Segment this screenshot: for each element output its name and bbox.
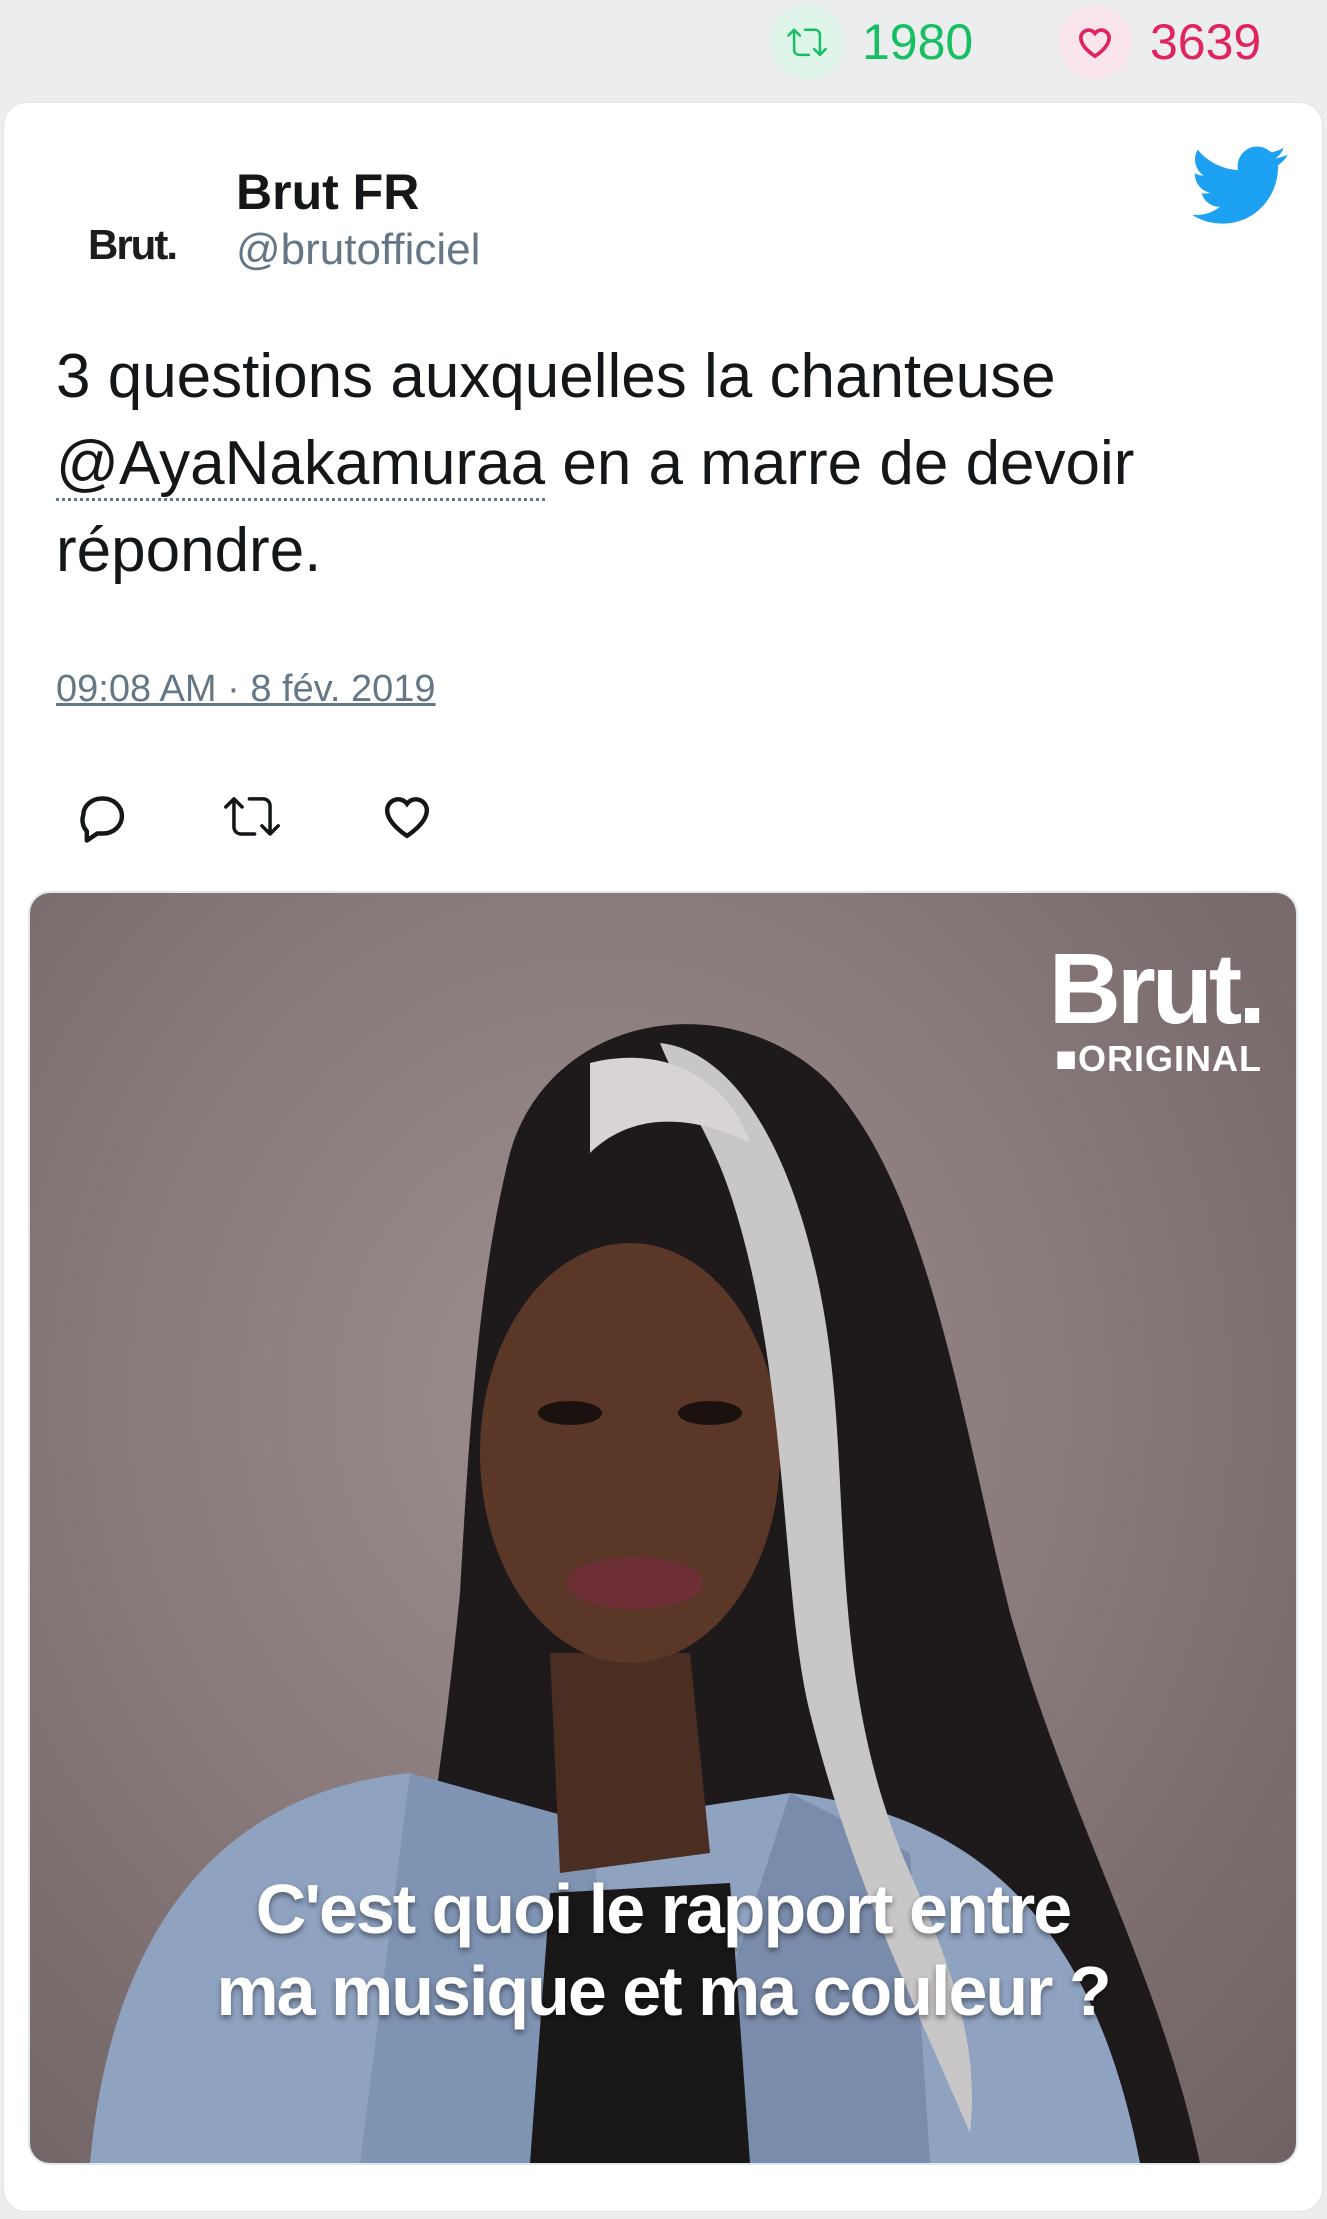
tweet-card: Brut. Brut FR @brutofficiel 3 questions … bbox=[4, 103, 1322, 2211]
like-stat-icon bbox=[1058, 5, 1132, 79]
retweet-stat-icon bbox=[770, 5, 844, 79]
like-icon[interactable] bbox=[379, 788, 435, 844]
brut-original-watermark: Brut. ■ORIGINAL bbox=[1048, 933, 1266, 1079]
twitter-bird-icon[interactable] bbox=[1192, 145, 1288, 227]
like-stat[interactable]: 3639 bbox=[1058, 5, 1262, 79]
avatar[interactable]: Brut. bbox=[62, 175, 202, 315]
caption-line-1: C'est quoi le rapport entre bbox=[255, 1870, 1072, 1948]
watermark-brand: Brut. bbox=[1048, 933, 1266, 1045]
retweet-icon[interactable] bbox=[224, 788, 280, 844]
tweet-timestamp[interactable]: 09:08 AM · 8 fév. 2019 bbox=[56, 668, 436, 711]
reply-icon[interactable] bbox=[74, 788, 130, 844]
author-handle[interactable]: @brutofficiel bbox=[236, 225, 480, 275]
tweet-text: 3 questions auxquelles la chanteuse @Aya… bbox=[56, 333, 1256, 594]
watermark-sub: ■ORIGINAL bbox=[1055, 1038, 1262, 1079]
tweet-stats-bar: 1980 3639 bbox=[0, 0, 1327, 100]
retweet-count: 1980 bbox=[862, 14, 974, 70]
mention-link[interactable]: @AyaNakamuraa bbox=[56, 429, 546, 501]
retweet-stat[interactable]: 1980 bbox=[770, 5, 974, 79]
author-name[interactable]: Brut FR bbox=[236, 163, 419, 221]
video-media[interactable]: Brut. ■ORIGINAL C'est quoi le rapport en… bbox=[30, 893, 1296, 2163]
video-caption: C'est quoi le rapport entre ma musique e… bbox=[30, 1868, 1296, 2032]
tweet-text-start: 3 questions auxquelles la chanteuse bbox=[56, 342, 1056, 411]
caption-line-2: ma musique et ma couleur ? bbox=[216, 1952, 1111, 2030]
like-count: 3639 bbox=[1150, 14, 1262, 70]
avatar-logo-text: Brut. bbox=[88, 221, 178, 268]
